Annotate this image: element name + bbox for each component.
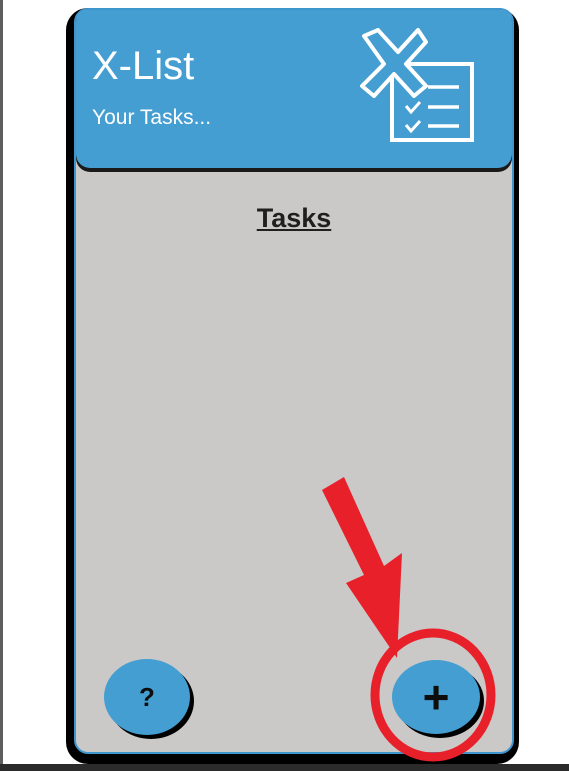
app-card: X-List Your Tasks... Tasks ? + bbox=[74, 8, 514, 754]
help-button[interactable]: ? bbox=[104, 659, 190, 735]
app-header: X-List Your Tasks... bbox=[76, 10, 512, 168]
left-window-edge bbox=[0, 0, 3, 771]
tasks-heading: Tasks bbox=[256, 203, 332, 233]
app-title: X-List bbox=[92, 44, 195, 88]
x-checklist-icon bbox=[360, 28, 474, 142]
bottom-window-edge bbox=[0, 764, 569, 771]
add-task-button[interactable]: + bbox=[392, 660, 480, 734]
app-subtitle: Your Tasks... bbox=[92, 106, 212, 129]
